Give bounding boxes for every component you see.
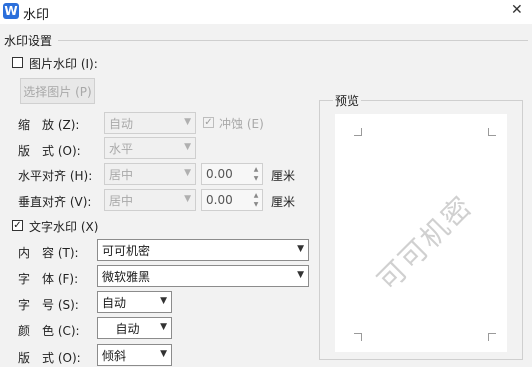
font-select[interactable]: 微软雅黑 ▼ xyxy=(97,265,309,287)
chevron-down-icon: ▼ xyxy=(184,194,191,204)
wps-writer-icon: W xyxy=(3,3,19,19)
vertical-offset-value: 0.00 xyxy=(206,193,233,207)
chevron-down-icon: ▼ xyxy=(160,322,167,332)
title-bar xyxy=(0,0,532,24)
margin-corner-mark xyxy=(354,128,362,136)
picture-layout-value: 水平 xyxy=(109,141,134,156)
text-layout-label: 版 式 (O): xyxy=(18,351,81,365)
spin-down-icon[interactable]: ▼ xyxy=(251,174,261,183)
vertical-align-value: 居中 xyxy=(109,193,134,208)
section-divider xyxy=(58,40,528,41)
section-title: 水印设置 xyxy=(4,34,53,48)
margin-corner-mark xyxy=(488,333,496,341)
picture-watermark-label: 图片水印 (I): xyxy=(29,57,98,71)
close-icon[interactable]: ✕ xyxy=(511,2,523,18)
size-select[interactable]: 自动 ▼ xyxy=(97,291,172,313)
picture-layout-select[interactable]: 水平 ▼ xyxy=(104,137,196,159)
check-icon: ✓ xyxy=(13,219,22,231)
size-label: 字 号 (S): xyxy=(18,298,79,312)
vertical-offset-input[interactable]: 0.00 ▲ ▼ xyxy=(201,189,263,211)
color-label: 颜 色 (C): xyxy=(18,324,80,338)
horizontal-align-label: 水平对齐 (H): xyxy=(18,169,93,183)
font-label: 字 体 (F): xyxy=(18,272,79,286)
color-value: 自动 xyxy=(115,321,140,336)
chevron-down-icon: ▼ xyxy=(184,117,191,127)
spinner-buttons[interactable]: ▲ ▼ xyxy=(251,165,261,183)
window-title: 水印 xyxy=(23,8,50,23)
spinner-buttons[interactable]: ▲ ▼ xyxy=(251,191,261,209)
scale-value: 自动 xyxy=(109,116,134,131)
scale-label: 缩 放 (Z): xyxy=(18,118,80,132)
horizontal-offset-input[interactable]: 0.00 ▲ ▼ xyxy=(201,163,263,185)
washout-checkbox[interactable]: ✓ xyxy=(203,117,214,128)
picture-layout-label: 版 式 (O): xyxy=(18,144,81,158)
chevron-down-icon: ▼ xyxy=(160,296,167,306)
content-value: 可可机密 xyxy=(102,243,151,258)
chevron-down-icon[interactable]: ▼ xyxy=(297,244,304,254)
spin-up-icon[interactable]: ▲ xyxy=(251,191,261,200)
spin-down-icon[interactable]: ▼ xyxy=(251,200,261,209)
picture-watermark-checkbox[interactable] xyxy=(12,57,23,68)
chevron-down-icon: ▼ xyxy=(160,349,167,359)
scale-select[interactable]: 自动 ▼ xyxy=(104,112,196,134)
chevron-down-icon: ▼ xyxy=(297,270,304,280)
vertical-align-label: 垂直对齐 (V): xyxy=(18,195,92,209)
size-value: 自动 xyxy=(102,295,127,310)
vertical-align-select[interactable]: 居中 ▼ xyxy=(104,189,196,211)
text-layout-value: 倾斜 xyxy=(102,348,127,363)
horizontal-align-select[interactable]: 居中 ▼ xyxy=(104,163,196,185)
chevron-down-icon: ▼ xyxy=(184,142,191,152)
horizontal-align-value: 居中 xyxy=(109,167,134,182)
preview-label: 预览 xyxy=(333,92,362,109)
color-select[interactable]: 自动 ▼ xyxy=(97,317,172,339)
washout-label: 冲蚀 (E) xyxy=(219,117,264,131)
text-layout-select[interactable]: 倾斜 ▼ xyxy=(97,344,172,366)
text-watermark-checkbox[interactable]: ✓ xyxy=(12,220,23,231)
content-label: 内 容 (T): xyxy=(18,246,79,260)
horizontal-unit-label: 厘米 xyxy=(271,169,296,183)
chevron-down-icon: ▼ xyxy=(184,168,191,178)
check-icon: ✓ xyxy=(204,116,213,128)
horizontal-offset-value: 0.00 xyxy=(206,167,233,181)
spin-up-icon[interactable]: ▲ xyxy=(251,165,261,174)
text-watermark-label: 文字水印 (X) xyxy=(29,220,99,234)
margin-corner-mark xyxy=(488,128,496,136)
margin-corner-mark xyxy=(354,333,362,341)
vertical-unit-label: 厘米 xyxy=(271,195,296,209)
content-input[interactable]: 可可机密 ▼ xyxy=(97,239,309,261)
font-value: 微软雅黑 xyxy=(102,269,151,284)
select-picture-button[interactable]: 选择图片 (P) xyxy=(20,78,95,104)
